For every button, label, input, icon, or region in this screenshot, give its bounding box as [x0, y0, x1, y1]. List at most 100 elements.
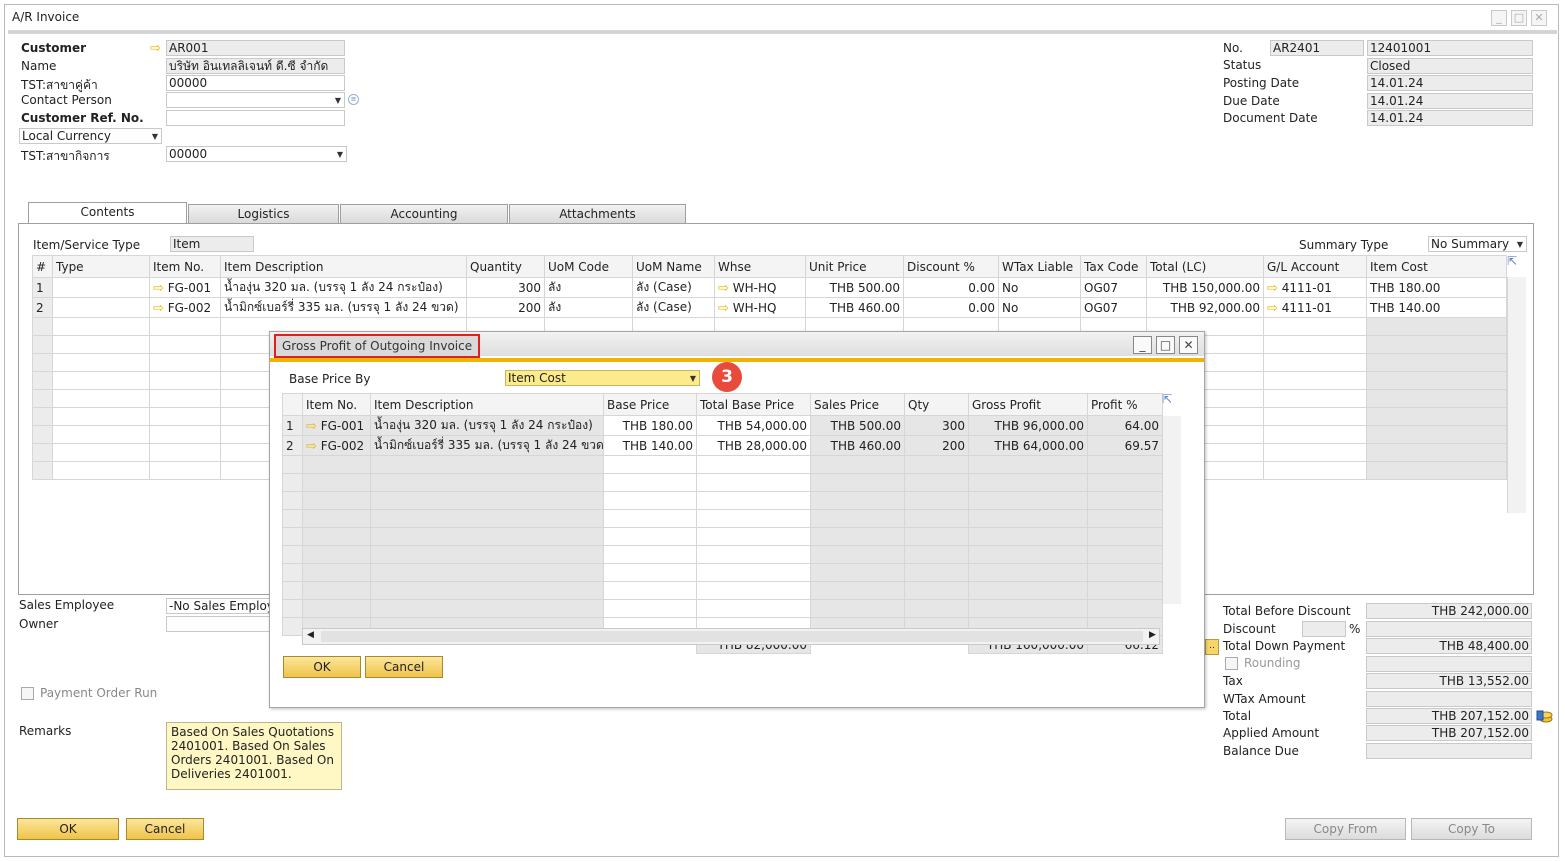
- cell-quantity[interactable]: 200: [466, 297, 545, 318]
- dialog-cancel-button[interactable]: Cancel: [365, 656, 443, 678]
- col-header[interactable]: Tax Code: [1080, 255, 1147, 278]
- cell-uom-name[interactable]: ลัง (Case): [632, 277, 715, 298]
- cell-description[interactable]: น้ำองุ่น 320 มล. (บรรจุ 1 ลัง 24 กระป๋อง…: [220, 277, 467, 298]
- cell-whse[interactable]: ⇨ WH-HQ: [714, 277, 806, 298]
- col-header[interactable]: Item No.: [149, 255, 221, 278]
- sales-employee-select[interactable]: -No Sales Employee-: [166, 598, 276, 614]
- customer-code-field[interactable]: AR001: [166, 40, 345, 56]
- table-row[interactable]: [282, 491, 1163, 510]
- contact-person-select[interactable]: [166, 92, 345, 108]
- col-header[interactable]: Total Base Price: [696, 393, 811, 416]
- cell-unit-price[interactable]: THB 460.00: [805, 297, 904, 318]
- scroll-right-icon[interactable]: ▶: [1149, 630, 1156, 640]
- col-header[interactable]: Base Price: [603, 393, 697, 416]
- down-payment-picker-button[interactable]: ..: [1205, 639, 1219, 655]
- table-row[interactable]: [282, 455, 1163, 474]
- cell-uom-code[interactable]: ลัง: [544, 277, 633, 298]
- cell-gl-account[interactable]: ⇨ 4111-01: [1263, 277, 1367, 298]
- col-header[interactable]: Sales Price: [810, 393, 905, 416]
- dialog-maximize-icon[interactable]: □: [1156, 336, 1175, 354]
- col-header[interactable]: Total (LC): [1146, 255, 1264, 278]
- dialog-horizontal-scrollbar[interactable]: ◀ ▶: [302, 628, 1160, 645]
- link-arrow-icon[interactable]: ⇨: [153, 301, 164, 316]
- posting-date-field[interactable]: 14.01.24: [1367, 75, 1533, 91]
- link-arrow-icon[interactable]: ⇨: [718, 281, 729, 296]
- table-row[interactable]: [282, 527, 1163, 546]
- table-row[interactable]: [282, 563, 1163, 582]
- col-header[interactable]: Quantity: [466, 255, 545, 278]
- table-row[interactable]: [282, 509, 1163, 528]
- cell-total[interactable]: THB 150,000.00: [1146, 277, 1264, 298]
- col-header[interactable]: UoM Name: [632, 255, 715, 278]
- dialog-ok-button[interactable]: OK: [283, 656, 361, 678]
- cell-gl-account[interactable]: ⇨ 4111-01: [1263, 297, 1367, 318]
- col-header[interactable]: Profit %: [1087, 393, 1163, 416]
- cell-tax-code[interactable]: OG07: [1080, 277, 1147, 298]
- dialog-minimize-icon[interactable]: _: [1133, 336, 1152, 354]
- name-field[interactable]: บริษัท อินเทลลิเจนท์ ดี.ซี่ จำกัด: [166, 58, 345, 74]
- table-row[interactable]: 1 ⇨ FG-001 น้ำองุ่น 320 มล. (บรรจุ 1 ลัง…: [282, 415, 1163, 436]
- cell-item-cost[interactable]: THB 180.00: [1366, 277, 1507, 298]
- col-header[interactable]: Whse: [714, 255, 806, 278]
- table-row[interactable]: [282, 599, 1163, 618]
- col-header[interactable]: Item No.: [302, 393, 371, 416]
- cell-discount[interactable]: 0.00: [903, 277, 999, 298]
- series-field[interactable]: AR2401: [1270, 40, 1364, 56]
- currency-select[interactable]: Local Currency: [19, 128, 162, 144]
- payment-means-icon[interactable]: [1536, 706, 1554, 724]
- cell-tax-code[interactable]: OG07: [1080, 297, 1147, 318]
- col-header[interactable]: G/L Account: [1263, 255, 1367, 278]
- col-header[interactable]: Type: [52, 255, 150, 278]
- ok-button[interactable]: OK: [17, 818, 119, 840]
- table-row[interactable]: [282, 581, 1163, 600]
- rounding-checkbox[interactable]: [1225, 657, 1238, 670]
- info-icon[interactable]: ≡: [348, 94, 359, 105]
- tab-logistics[interactable]: Logistics: [188, 204, 339, 224]
- cell-uom-name[interactable]: ลัง (Case): [632, 297, 715, 318]
- cell-unit-price[interactable]: THB 500.00: [805, 277, 904, 298]
- cell-total[interactable]: THB 92,000.00: [1146, 297, 1264, 318]
- dialog-close-icon[interactable]: ✕: [1179, 336, 1198, 354]
- item-type-select[interactable]: Item: [170, 236, 254, 252]
- cell-item-no[interactable]: ⇨ FG-002: [149, 297, 221, 318]
- col-header[interactable]: WTax Liable: [998, 255, 1081, 278]
- link-arrow-icon[interactable]: ⇨: [150, 42, 161, 55]
- tab-accounting[interactable]: Accounting: [340, 204, 508, 224]
- business-branch-select[interactable]: 00000: [166, 146, 347, 162]
- link-arrow-icon[interactable]: ⇨: [306, 419, 317, 434]
- payment-order-run-checkbox[interactable]: [21, 687, 34, 700]
- tab-contents[interactable]: Contents: [28, 202, 187, 224]
- cell-item-cost[interactable]: THB 140.00: [1366, 297, 1507, 318]
- col-header[interactable]: #: [32, 255, 53, 278]
- col-header[interactable]: UoM Code: [544, 255, 633, 278]
- owner-field[interactable]: [166, 616, 276, 632]
- discount-amount-field[interactable]: [1366, 621, 1532, 637]
- minimize-icon[interactable]: _: [1491, 10, 1507, 26]
- table-row[interactable]: [282, 473, 1163, 492]
- col-header[interactable]: [282, 393, 303, 416]
- col-header[interactable]: Gross Profit: [968, 393, 1088, 416]
- tab-attachments[interactable]: Attachments: [509, 204, 686, 224]
- cancel-button[interactable]: Cancel: [126, 818, 204, 840]
- cell-item-no[interactable]: ⇨ FG-002: [302, 435, 371, 456]
- copy-from-button[interactable]: Copy From: [1285, 818, 1406, 840]
- scroll-thumb[interactable]: [321, 631, 1143, 642]
- link-arrow-icon[interactable]: ⇨: [1267, 281, 1278, 296]
- close-icon[interactable]: ✕: [1531, 10, 1547, 26]
- link-arrow-icon[interactable]: ⇨: [153, 281, 164, 296]
- maximize-icon[interactable]: □: [1511, 10, 1527, 26]
- cell-type[interactable]: [52, 277, 150, 298]
- dialog-vertical-scrollbar[interactable]: [1162, 416, 1181, 604]
- table-row[interactable]: 1 ⇨ FG-001 น้ำองุ่น 320 มล. (บรรจุ 1 ลัง…: [32, 277, 1507, 298]
- row-number[interactable]: 2: [282, 435, 303, 456]
- discount-percent-field[interactable]: [1302, 621, 1346, 637]
- row-number[interactable]: 2: [32, 297, 53, 318]
- due-date-field[interactable]: 14.01.24: [1367, 93, 1533, 109]
- table-row[interactable]: 2 ⇨ FG-002 น้ำมิกซ์เบอร์รี่ 335 มล. (บรร…: [32, 297, 1507, 318]
- cell-base-price[interactable]: THB 140.00: [603, 435, 697, 456]
- document-date-field[interactable]: 14.01.24: [1367, 110, 1533, 126]
- cell-quantity[interactable]: 300: [466, 277, 545, 298]
- col-header[interactable]: Discount %: [903, 255, 999, 278]
- cell-description[interactable]: น้ำมิกซ์เบอร์รี่ 335 มล. (บรรจุ 1 ลัง 24…: [220, 297, 467, 318]
- summary-type-select[interactable]: No Summary: [1428, 236, 1527, 252]
